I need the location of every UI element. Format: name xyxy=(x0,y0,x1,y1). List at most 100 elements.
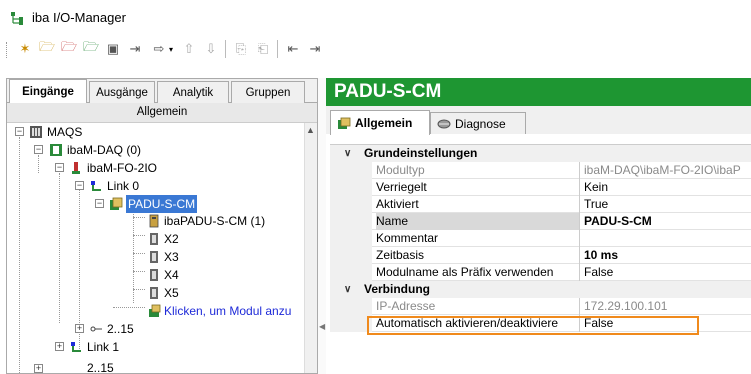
category-grundeinstellungen[interactable]: ∨ Grundeinstellungen xyxy=(330,145,751,162)
tree-node-link-0[interactable]: Link 0 xyxy=(107,177,139,195)
connector-icon xyxy=(150,287,158,299)
right-tab-strip: Allgemein Diagnose xyxy=(326,106,751,135)
padu-module-icon xyxy=(110,197,123,210)
add-module-link[interactable]: Klicken, um Modul anzu xyxy=(164,302,291,320)
property-value[interactable]: Kein xyxy=(584,179,751,196)
tree-node-x5[interactable]: X5 xyxy=(164,284,179,302)
move-down-icon[interactable]: ⇩ xyxy=(202,40,220,58)
chevron-down-icon[interactable]: ∨ xyxy=(344,145,351,162)
tree-node-ibam-daq[interactable]: ibaM-DAQ (0) xyxy=(67,141,141,159)
tree-scrollbar[interactable]: ▲ xyxy=(304,123,317,373)
move-up-icon[interactable]: ⇧ xyxy=(180,40,198,58)
expand-toggle[interactable]: + xyxy=(55,342,64,351)
tree-line xyxy=(133,253,145,254)
pane-splitter[interactable]: ◀ xyxy=(318,78,326,374)
expand-icon[interactable]: ⇥ xyxy=(306,40,324,58)
tree-line xyxy=(133,235,145,236)
property-value[interactable]: False xyxy=(584,264,751,281)
tree-node-maqs[interactable]: MAQS xyxy=(47,123,82,141)
title-bar: iba I/O-Manager xyxy=(0,0,751,34)
module-tree: − MAQS − ibaM-DAQ (0) − ibaM-FO-2IO − Li… xyxy=(7,123,304,373)
tree-node-x2[interactable]: X2 xyxy=(164,230,179,248)
property-value[interactable]: 10 ms xyxy=(584,247,751,264)
collapse-toggle[interactable]: − xyxy=(15,127,24,136)
ip-address-highlight xyxy=(367,316,699,335)
property-row-verriegelt[interactable]: Verriegelt Kein xyxy=(330,179,751,196)
connector-icon xyxy=(150,233,158,245)
row-gutter xyxy=(330,247,372,264)
tree-line xyxy=(133,289,145,290)
tree-node-padu-s-cm[interactable]: PADU-S-CM xyxy=(126,195,198,213)
copy-icon[interactable]: ⎘ xyxy=(232,40,250,58)
category-label: Verbindung xyxy=(364,282,430,296)
property-name: Verriegelt xyxy=(376,179,580,196)
save-icon[interactable]: ▣ xyxy=(104,40,122,58)
property-value: 172.29.100.101 xyxy=(584,299,668,313)
module-header: PADU-S-CM xyxy=(326,78,751,106)
property-value[interactable] xyxy=(584,230,751,247)
property-row-kommentar[interactable]: Kommentar xyxy=(330,230,751,247)
diagnose-icon xyxy=(437,119,451,129)
toolbar-separator xyxy=(225,40,226,58)
chevron-down-icon[interactable]: ∨ xyxy=(344,281,351,298)
tree-node-bottom-range[interactable]: 2..15 xyxy=(87,359,114,373)
property-name: Name xyxy=(376,213,580,230)
tree-line xyxy=(59,173,60,323)
property-row-ip-adresse[interactable]: IP-Adresse 172.29.100.101 xyxy=(330,298,751,315)
open-icon[interactable]: 🗁 xyxy=(38,39,56,58)
connector-icon xyxy=(150,269,158,281)
tree-node-ibapadu[interactable]: ibaPADU-S-CM (1) xyxy=(164,212,265,230)
tab-ausgaenge[interactable]: Ausgänge xyxy=(89,81,155,103)
app-title: iba I/O-Manager xyxy=(32,10,126,25)
toolbar: ✶ 🗁 🗁 🗁 ▣ ⇥ ⇨ ▾ ⇧ ⇩ ⎘ ⎗ ⇤ ⇥ xyxy=(0,34,751,64)
link-icon xyxy=(71,342,81,352)
tree-node-x4[interactable]: X4 xyxy=(164,266,179,284)
row-gutter xyxy=(330,179,372,196)
fiber-module-icon xyxy=(72,162,80,174)
collapse-toggle[interactable]: − xyxy=(95,199,104,208)
tree-node-x3[interactable]: X3 xyxy=(164,248,179,266)
expand-toggle[interactable]: + xyxy=(34,364,43,373)
chevron-left-icon[interactable]: ◀ xyxy=(319,322,325,331)
row-gutter xyxy=(330,264,372,281)
tab-eingaenge[interactable]: Eingänge xyxy=(9,79,87,104)
apply-icon[interactable]: ⇥ xyxy=(126,40,144,58)
left-tab-strip: Eingänge Ausgänge Analytik Gruppen xyxy=(7,79,317,104)
import-icon[interactable]: 🗁 xyxy=(82,39,100,58)
toolbar-grip[interactable] xyxy=(6,42,9,58)
device-icon xyxy=(50,144,62,156)
collapse-toggle[interactable]: − xyxy=(75,181,84,190)
property-row-name[interactable]: Name PADU-S-CM xyxy=(330,213,751,230)
row-gutter xyxy=(330,230,372,247)
collapse-toggle[interactable]: − xyxy=(55,163,64,172)
export-icon[interactable]: 🗁 xyxy=(60,39,78,58)
property-name: Modultyp xyxy=(376,162,580,179)
tree-node-range[interactable]: 2..15 xyxy=(107,320,134,338)
scroll-up-icon[interactable]: ▲ xyxy=(306,125,315,135)
tree-node-ibam-fo[interactable]: ibaM-FO-2IO xyxy=(87,159,157,177)
tree-node-link-1[interactable]: Link 1 xyxy=(87,338,119,356)
collapse-toggle[interactable]: − xyxy=(34,145,43,154)
tab-analytik[interactable]: Analytik xyxy=(157,81,229,103)
property-value[interactable]: PADU-S-CM xyxy=(584,213,751,230)
collapse-icon[interactable]: ⇤ xyxy=(284,40,302,58)
category-verbindung[interactable]: ∨ Verbindung xyxy=(330,281,751,298)
property-row-modultyp[interactable]: Modultyp ibaM-DAQ\ibaM-FO-2IO\ibaP xyxy=(330,162,751,179)
expand-toggle[interactable]: + xyxy=(75,324,84,333)
module-card-icon xyxy=(149,214,159,228)
property-name: IP-Adresse xyxy=(376,298,580,315)
chevron-down-icon[interactable]: ▾ xyxy=(166,40,176,58)
tab-diagnose[interactable]: Diagnose xyxy=(430,112,526,134)
paste-icon[interactable]: ⎗ xyxy=(254,40,272,58)
new-icon[interactable]: ✶ xyxy=(16,40,34,58)
property-name: Aktiviert xyxy=(376,196,580,213)
tree-network-icon xyxy=(11,12,23,25)
property-row-modulname-praefix[interactable]: Modulname als Präfix verwenden False xyxy=(330,264,751,281)
property-row-zeitbasis[interactable]: Zeitbasis 10 ms xyxy=(330,247,751,264)
left-subheader: Allgemein xyxy=(7,103,317,123)
property-value[interactable]: True xyxy=(584,196,751,213)
property-row-aktiviert[interactable]: Aktiviert True xyxy=(330,196,751,213)
tab-allgemein[interactable]: Allgemein xyxy=(330,110,430,135)
tab-gruppen[interactable]: Gruppen xyxy=(231,81,305,103)
connector-icon xyxy=(150,251,158,263)
